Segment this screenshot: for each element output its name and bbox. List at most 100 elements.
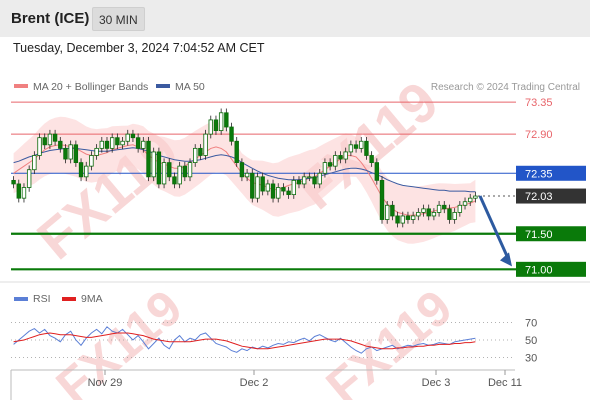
candle-body — [21, 187, 27, 199]
candle-body — [255, 176, 260, 199]
candle-body — [348, 144, 354, 153]
candle-body — [244, 172, 250, 178]
candle-body — [42, 137, 47, 146]
candle — [26, 165, 32, 192]
candle-body — [276, 187, 281, 199]
candle-body — [405, 215, 411, 220]
candle-body — [333, 155, 338, 167]
candle-body — [468, 197, 473, 203]
candle — [73, 140, 79, 167]
ma20-legend-swatch — [14, 84, 28, 88]
candle — [177, 161, 182, 189]
candle-body — [130, 133, 136, 139]
candle-body — [73, 144, 79, 163]
candle-body — [291, 179, 296, 196]
ma50-legend-label: MA 50 — [175, 81, 205, 93]
candle-body — [322, 162, 328, 174]
chart-canvas: FX119FX119FX119FX119 73.3572.9072.3572.0… — [0, 69, 590, 400]
credit-text: Research © 2024 Trading Central — [431, 82, 580, 93]
candle-body — [146, 140, 151, 178]
rsi-legend-swatch — [14, 297, 28, 301]
rsi-tick-50: 50 — [525, 335, 537, 347]
candle — [146, 136, 151, 182]
candle-body — [32, 155, 37, 171]
candle — [151, 147, 156, 182]
candle-body — [135, 137, 141, 149]
candle-body — [58, 140, 63, 149]
candle-body — [172, 176, 177, 185]
candle-body — [265, 183, 271, 192]
candle-body — [452, 212, 457, 220]
candle-body — [384, 204, 390, 220]
candle-body — [473, 195, 478, 199]
x-tick-label-3: Dec 3 — [422, 377, 451, 389]
ma9-legend-swatch — [62, 297, 76, 301]
forecast-arrow-shaft — [478, 195, 510, 259]
candle-body — [16, 183, 21, 199]
candle-body — [151, 151, 156, 178]
candle — [379, 176, 385, 224]
candle-body — [104, 140, 110, 149]
candle-body — [395, 215, 400, 224]
level-label-72.90: 72.90 — [525, 129, 553, 141]
candle — [218, 108, 224, 135]
candle-body — [239, 162, 245, 178]
candle-body — [270, 183, 276, 199]
candle-body — [400, 215, 405, 224]
rsi-tick-70: 70 — [525, 317, 537, 329]
candle-body — [312, 176, 317, 185]
candle — [156, 147, 162, 189]
candle — [234, 136, 239, 167]
level-label-71.50: 71.50 — [525, 229, 553, 241]
candle-body — [234, 140, 239, 163]
candle-body — [369, 155, 374, 163]
candle-body — [338, 155, 343, 160]
candle-body — [11, 179, 16, 185]
candle-body — [78, 162, 84, 178]
candle-body — [193, 147, 198, 163]
candle-body — [421, 208, 426, 213]
candle-body — [218, 112, 224, 131]
level-label-72.35: 72.35 — [525, 168, 553, 180]
candle-body — [167, 162, 172, 178]
candle-body — [436, 204, 442, 213]
candle-body — [343, 151, 348, 160]
candle-body — [182, 165, 188, 178]
candle-body — [229, 126, 234, 142]
candle-body — [156, 151, 162, 185]
candle-body — [431, 212, 437, 217]
candle-body — [115, 137, 120, 146]
candle-body — [161, 162, 167, 185]
candle-body — [213, 119, 219, 131]
candle — [374, 158, 380, 185]
ma9-legend-label: 9MA — [81, 293, 103, 305]
candle-body — [52, 133, 58, 142]
candle-body — [327, 162, 333, 167]
x-tick-label-1: Nov 29 — [88, 377, 123, 389]
level-label-72.03: 72.03 — [525, 191, 553, 203]
candle-body — [416, 212, 421, 217]
candle-body — [364, 140, 369, 156]
candle-body — [260, 176, 265, 192]
x-tick-label-2: Dec 2 — [240, 377, 269, 389]
chart-widget: Brent (ICE) 30 MIN Tuesday, December 3, … — [0, 0, 590, 400]
candle — [250, 169, 255, 203]
candle-body — [410, 215, 416, 220]
candle-body — [120, 140, 125, 146]
candle-body — [198, 147, 203, 156]
candle-body — [208, 119, 213, 135]
x-tick-label-4: Dec 11 — [488, 377, 522, 389]
ma20-legend-label: MA 20 + Bollinger Bands — [33, 81, 148, 93]
candle — [161, 158, 167, 189]
candle-body — [374, 162, 380, 181]
candle-body — [317, 172, 322, 185]
candle-body — [63, 147, 68, 160]
candle-body — [37, 137, 42, 156]
candle-body — [109, 137, 115, 149]
candle-body — [68, 144, 73, 160]
candle-body — [301, 176, 307, 185]
candle-body — [99, 140, 105, 149]
candle — [255, 172, 260, 203]
candle-body — [447, 208, 452, 220]
candle-body — [26, 169, 32, 188]
